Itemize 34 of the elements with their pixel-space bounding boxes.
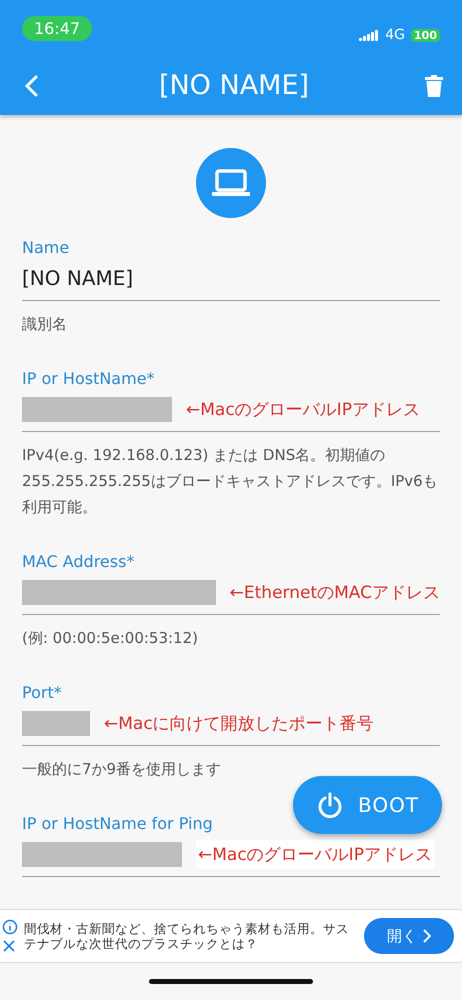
trash-icon bbox=[424, 74, 444, 98]
helper-text: IPv4(e.g. 192.168.0.123) または DNS名。初期値の255.255.255.255はブロードキャストアドレスです。IPv6も利用可能。 bbox=[22, 445, 439, 518]
field-label: IP or HostName* bbox=[22, 369, 155, 390]
field-label: MAC Address* bbox=[22, 552, 134, 572]
network-label: 4G bbox=[385, 27, 406, 43]
field-value: [NO NAME] bbox=[22, 266, 134, 290]
laptop-icon bbox=[211, 168, 251, 198]
battery-level: 100 bbox=[411, 28, 440, 42]
ad-text: 間伐材・古新聞など、捨てられちゃう素材も活用。サステナブルな次世代のプラスチックとは？ bbox=[24, 921, 350, 952]
power-icon bbox=[316, 791, 344, 819]
field-label: Port* bbox=[22, 683, 62, 704]
annotation-text: ←Macに向けて開放したポート番号 bbox=[104, 712, 374, 735]
field-label: IP or HostName for Ping bbox=[22, 814, 213, 834]
field-label: Name bbox=[22, 238, 70, 258]
annotation-text: ←MacのグローバルIPアドレス bbox=[186, 398, 420, 421]
input-field[interactable]: ←Macに向けて開放したポート番号 bbox=[22, 707, 440, 746]
annotation-text: ←MacのグローバルIPアドレス bbox=[196, 840, 434, 869]
helper-text: 一般的に7か9番を使用します bbox=[22, 759, 222, 780]
close-icon[interactable] bbox=[2, 939, 16, 954]
info-icon[interactable] bbox=[2, 919, 18, 936]
signal-icon bbox=[359, 29, 380, 41]
input-field[interactable]: [NO NAME] bbox=[22, 262, 440, 302]
open-button[interactable]: 開く bbox=[364, 918, 454, 954]
chevron-right-icon bbox=[423, 929, 431, 944]
helper-text: (例: 00:00:5e:00:53:12) bbox=[22, 628, 200, 650]
status-time: 16:47 bbox=[22, 16, 92, 40]
redacted-value bbox=[22, 710, 90, 736]
page-title: [NO NAME] bbox=[158, 70, 310, 102]
input-field[interactable]: ←MacのグローバルIPアドレス bbox=[22, 393, 440, 432]
boot-button[interactable]: BOOT bbox=[293, 776, 442, 834]
input-field[interactable]: ←MacのグローバルIPアドレス bbox=[22, 838, 440, 878]
helper-text: 識別名 bbox=[22, 314, 68, 336]
input-field[interactable]: ←EthernetのMACアドレス bbox=[22, 576, 440, 616]
annotation-text: ←EthernetのMACアドレス bbox=[230, 582, 440, 604]
